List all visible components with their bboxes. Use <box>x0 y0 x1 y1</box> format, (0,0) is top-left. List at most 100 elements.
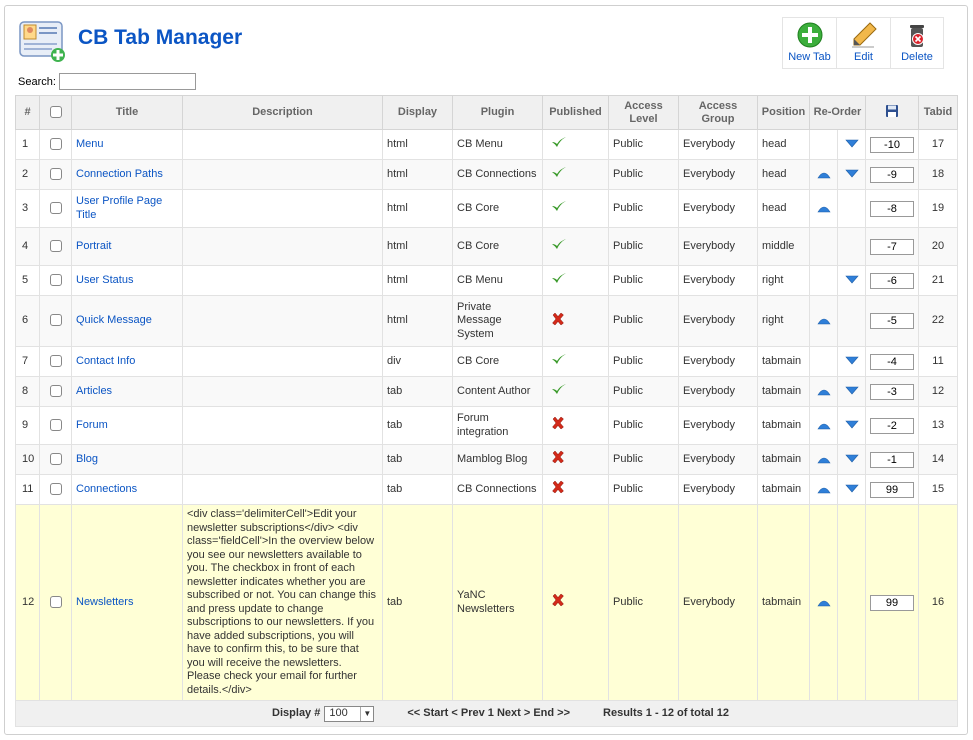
access-group-cell: Everybody <box>678 444 758 475</box>
pager-links[interactable]: << Start < Prev 1 Next > End >> <box>407 707 570 721</box>
published-cell <box>542 346 609 377</box>
search-input[interactable] <box>58 73 196 90</box>
move-down-icon[interactable] <box>844 453 859 465</box>
tab-title-link[interactable]: User Profile Page Title <box>76 195 162 221</box>
col-description[interactable]: Description <box>182 95 383 130</box>
row-checkbox[interactable] <box>49 167 62 180</box>
position-cell: head <box>757 129 810 160</box>
row-checkbox[interactable] <box>49 418 62 431</box>
row-checkbox[interactable] <box>49 595 62 608</box>
tab-title-link[interactable]: Forum <box>76 419 108 431</box>
col-plugin[interactable]: Plugin <box>452 95 543 130</box>
row-checkbox[interactable] <box>49 354 62 367</box>
order-input[interactable]: 99 <box>870 481 914 498</box>
order-cell: -5 <box>865 295 919 347</box>
tab-title-link[interactable]: Portrait <box>76 240 111 252</box>
row-checkbox[interactable] <box>49 384 62 397</box>
unpublished-x-icon[interactable] <box>551 416 565 433</box>
display-cell: tab <box>382 444 453 475</box>
move-down-icon[interactable] <box>844 419 859 431</box>
col-access-group[interactable]: Access Group <box>678 95 758 130</box>
unpublished-x-icon[interactable] <box>551 312 565 329</box>
order-input[interactable]: -10 <box>870 136 914 153</box>
move-down-icon[interactable] <box>844 355 859 367</box>
col-title[interactable]: Title <box>71 95 183 130</box>
move-down-icon[interactable] <box>844 385 859 397</box>
tab-title-link[interactable]: Menu <box>76 138 104 150</box>
row-checkbox[interactable] <box>49 452 62 465</box>
edit-button[interactable]: Edit <box>836 18 890 68</box>
move-up-icon[interactable] <box>816 419 831 431</box>
order-input[interactable]: -6 <box>870 272 914 289</box>
published-cell <box>542 474 609 505</box>
order-input[interactable]: 99 <box>870 594 914 611</box>
tabid-cell: 15 <box>918 474 958 505</box>
add-icon <box>797 22 822 48</box>
display-cell: html <box>382 295 453 347</box>
order-input[interactable]: -4 <box>870 353 914 370</box>
row-checkbox[interactable] <box>49 201 62 214</box>
published-check-icon[interactable] <box>551 354 567 368</box>
move-up-icon[interactable] <box>816 168 831 180</box>
tab-title-link[interactable]: Quick Message <box>76 314 152 326</box>
tab-title-link[interactable]: User Status <box>76 274 133 286</box>
position-cell: middle <box>757 227 810 266</box>
col-display[interactable]: Display <box>382 95 453 130</box>
row-checkbox[interactable] <box>49 137 62 150</box>
move-up-icon[interactable] <box>816 453 831 465</box>
description-cell <box>182 444 383 475</box>
published-check-icon[interactable] <box>551 273 567 287</box>
order-input[interactable]: -8 <box>870 200 914 217</box>
move-down-icon[interactable] <box>844 483 859 495</box>
row-number: 1 <box>15 129 40 160</box>
tab-title-link[interactable]: Connection Paths <box>76 168 163 180</box>
save-order-icon[interactable] <box>885 104 899 118</box>
row-number: 10 <box>15 444 40 475</box>
table-row: 12 Newsletters <div class='delimiterCell'>… <box>15 504 958 701</box>
display-count-select[interactable]: 100 ▼ <box>324 705 375 722</box>
move-down-icon[interactable] <box>844 168 859 180</box>
published-check-icon[interactable] <box>551 384 567 398</box>
row-checkbox[interactable] <box>49 482 62 495</box>
col-published[interactable]: Published <box>542 95 609 130</box>
delete-button[interactable]: Delete <box>890 18 944 68</box>
order-input[interactable]: -9 <box>870 166 914 183</box>
tab-title-link[interactable]: Newsletters <box>76 596 133 608</box>
order-input[interactable]: -2 <box>870 417 914 434</box>
move-down-icon[interactable] <box>844 274 859 286</box>
row-checkbox[interactable] <box>49 239 62 252</box>
published-check-icon[interactable] <box>551 137 567 151</box>
tab-title-link[interactable]: Blog <box>76 453 98 465</box>
col-access-level[interactable]: Access Level <box>608 95 679 130</box>
move-down-icon[interactable] <box>844 138 859 150</box>
order-input[interactable]: -3 <box>870 383 914 400</box>
position-cell: head <box>757 159 810 190</box>
order-input[interactable]: -1 <box>870 451 914 468</box>
published-check-icon[interactable] <box>551 167 567 181</box>
order-cell: -2 <box>865 406 919 445</box>
row-checkbox[interactable] <box>49 314 62 327</box>
tab-title-link[interactable]: Connections <box>76 483 137 495</box>
move-up-icon[interactable] <box>816 314 831 326</box>
published-check-icon[interactable] <box>551 239 567 253</box>
new-tab-button[interactable]: New Tab <box>782 18 836 68</box>
unpublished-x-icon[interactable] <box>551 480 565 497</box>
col-position[interactable]: Position <box>757 95 810 130</box>
order-cell: -8 <box>865 189 919 228</box>
col-tabid[interactable]: Tabid <box>918 95 958 130</box>
description-cell <box>182 474 383 505</box>
select-all-checkbox[interactable] <box>49 106 62 119</box>
order-down-cell <box>837 227 866 266</box>
tab-title-link[interactable]: Contact Info <box>76 355 135 367</box>
published-check-icon[interactable] <box>551 201 567 215</box>
tab-title-link[interactable]: Articles <box>76 385 112 397</box>
unpublished-x-icon[interactable] <box>551 450 565 467</box>
order-input[interactable]: -7 <box>870 238 914 255</box>
unpublished-x-icon[interactable] <box>551 593 565 610</box>
move-up-icon[interactable] <box>816 385 831 397</box>
row-checkbox[interactable] <box>49 273 62 286</box>
move-up-icon[interactable] <box>816 483 831 495</box>
move-up-icon[interactable] <box>816 596 831 608</box>
order-input[interactable]: -5 <box>870 313 914 329</box>
move-up-icon[interactable] <box>816 202 831 214</box>
